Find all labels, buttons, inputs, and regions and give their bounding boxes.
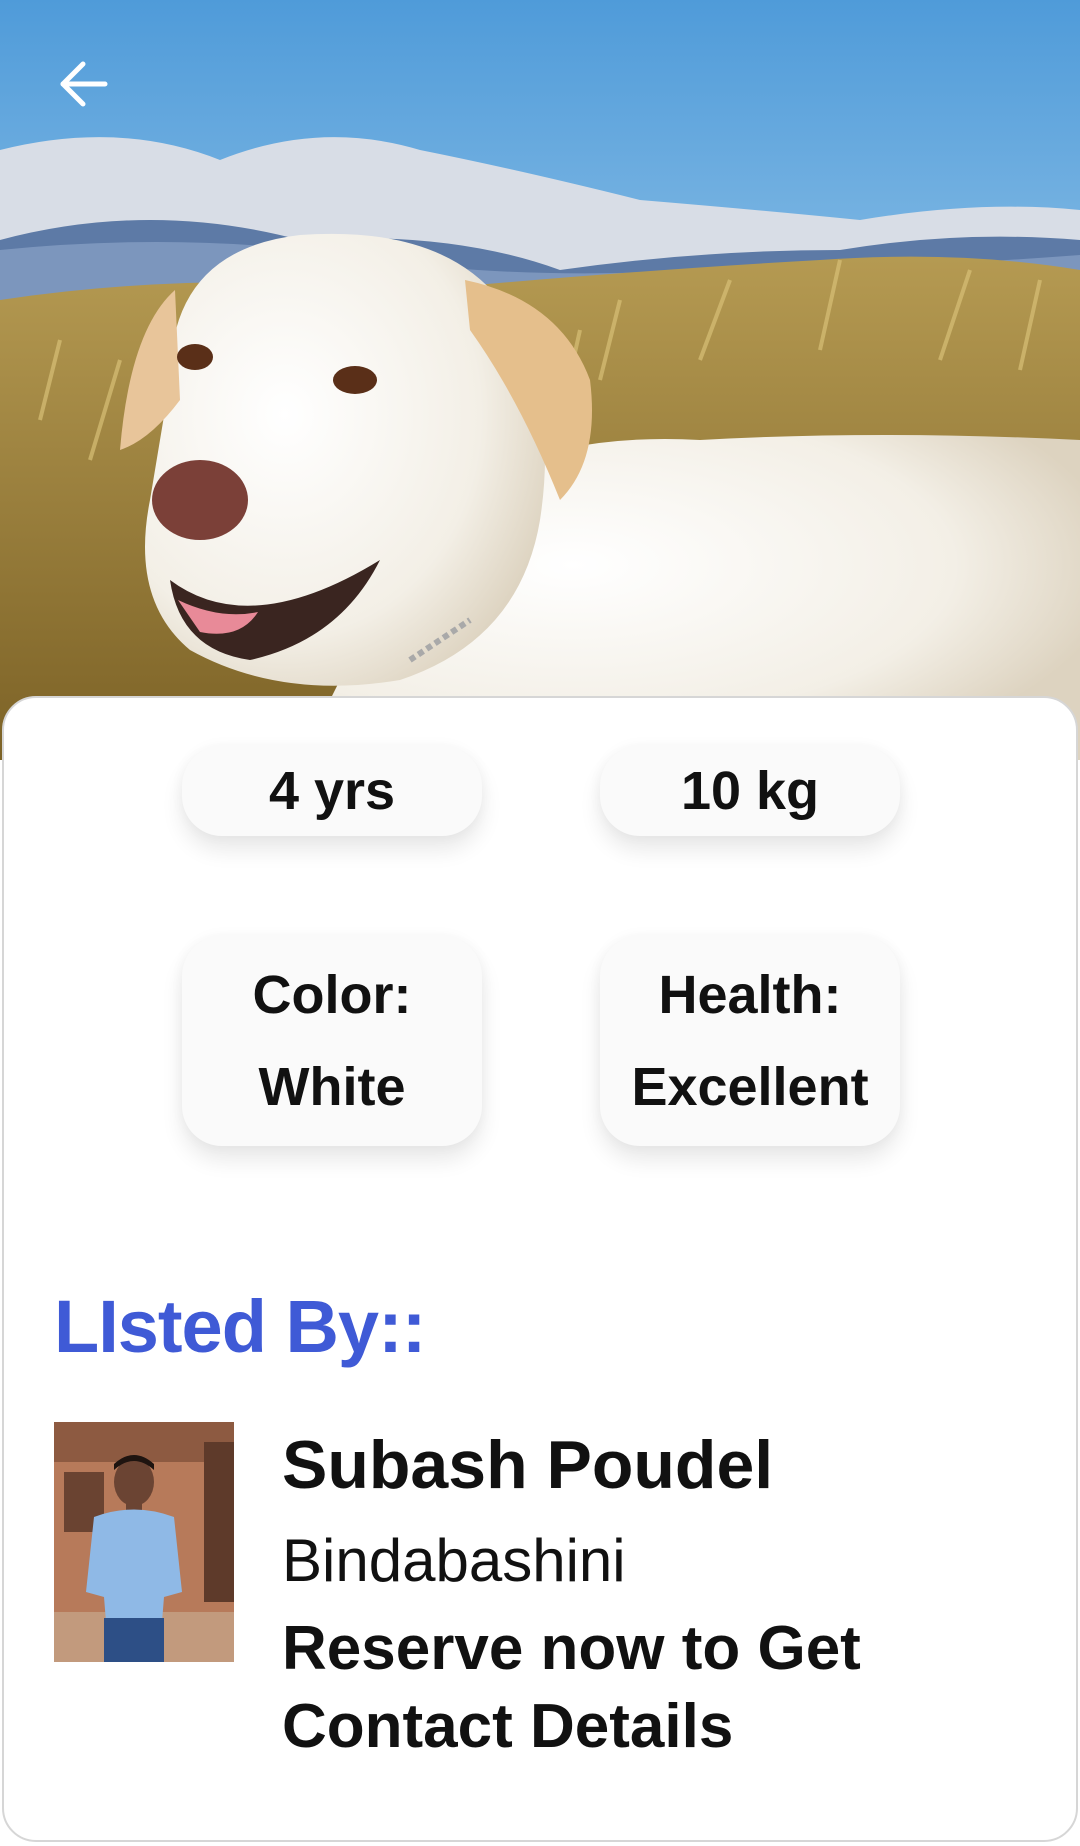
pet-detail-screen: 4 yrs 10 kg Color: White Health: Excelle… [0, 0, 1080, 1846]
owner-location: Bindabashini [282, 1527, 626, 1594]
health-value: Excellent [631, 1057, 869, 1117]
back-button[interactable] [52, 52, 116, 116]
health-box: Health: Excellent [600, 936, 900, 1146]
weight-value: 10 kg [680, 761, 820, 821]
arrow-left-icon [60, 61, 108, 107]
owner-name: Subash Poudel [282, 1427, 774, 1503]
color-label: Color: [252, 965, 412, 1025]
health-label: Health: [658, 965, 842, 1025]
pet-photo [0, 0, 1080, 760]
color-box: Color: White [182, 936, 482, 1146]
color-value: White [258, 1057, 406, 1117]
owner-avatar [54, 1422, 234, 1662]
reserve-note: Reserve now to Get Contact Details [282, 1614, 861, 1761]
age-box: 4 yrs [182, 746, 482, 836]
age-value: 4 yrs [268, 761, 396, 821]
listed-by-heading: LIsted By:: [54, 1285, 426, 1368]
weight-box: 10 kg [600, 746, 900, 836]
pet-details-card: 4 yrs 10 kg Color: White Health: Excelle… [2, 696, 1078, 1842]
